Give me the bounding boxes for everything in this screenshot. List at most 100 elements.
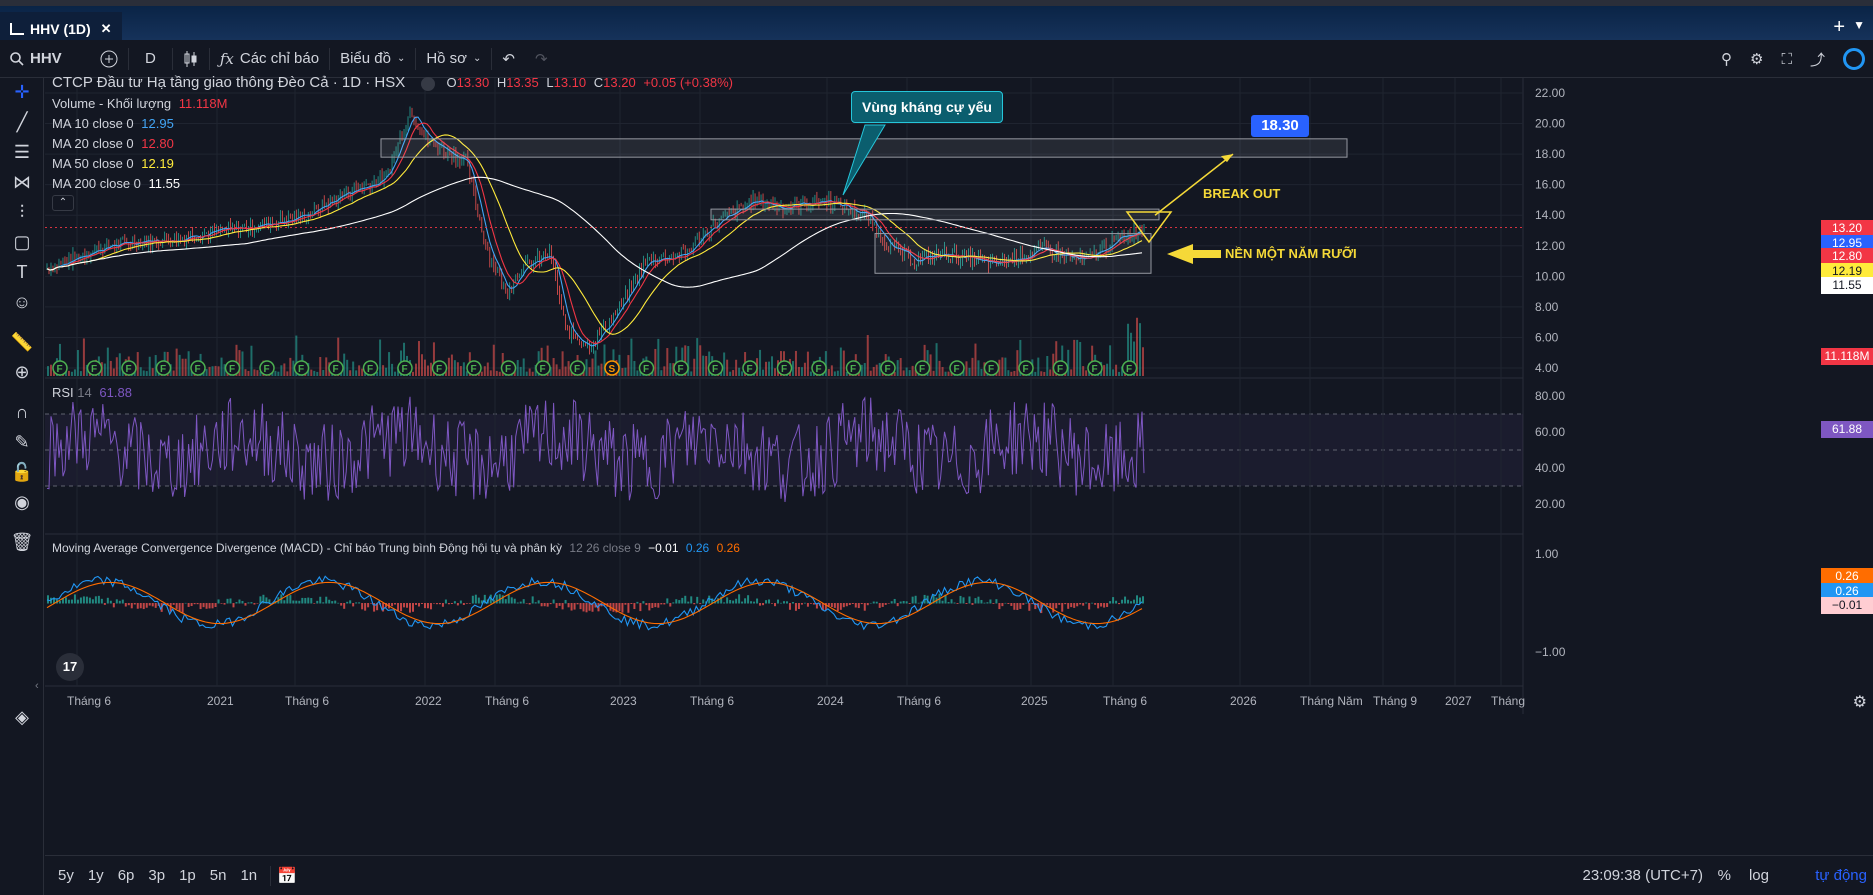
target-label[interactable]: 18.30: [1251, 115, 1309, 137]
range-5n[interactable]: 5n: [203, 867, 234, 884]
candle-style-button[interactable]: [173, 40, 209, 77]
indicators-label: Các chỉ báo: [239, 50, 320, 67]
event-marker-label: F: [816, 364, 822, 375]
axis-settings-icon[interactable]: ⚙: [1853, 692, 1867, 712]
time-tick-label: 2024: [817, 694, 844, 708]
macd-legend: Moving Average Convergence Divergence (M…: [52, 541, 740, 555]
macd-histogram-bar: [549, 603, 552, 605]
tv-logo[interactable]: 17: [56, 653, 84, 681]
eye-icon[interactable]: ◉: [8, 488, 36, 516]
trash-icon[interactable]: 🗑: [8, 528, 36, 556]
legend-toggle-icon[interactable]: [420, 76, 435, 91]
macd-histogram-bar: [316, 600, 319, 604]
magnet-icon[interactable]: ∩: [8, 398, 36, 426]
macd-histogram-bar: [899, 601, 902, 604]
volume-bar: [244, 369, 247, 376]
pattern-icon[interactable]: ⋈: [8, 168, 36, 196]
interval-button[interactable]: D: [129, 40, 172, 77]
macd-histogram-bar: [235, 602, 238, 604]
resistance-callout[interactable]: Vùng kháng cự yếu: [851, 91, 1003, 123]
range-3p[interactable]: 3p: [141, 867, 172, 884]
macd-histogram-bar: [136, 603, 139, 609]
emoji-icon[interactable]: ☺: [8, 288, 36, 316]
volume-bar: [1085, 370, 1088, 376]
macd-histogram-bar: [301, 597, 304, 604]
macd-histogram-bar: [1064, 603, 1067, 605]
range-1n[interactable]: 1n: [233, 867, 264, 884]
range-5y[interactable]: 5y: [51, 867, 81, 884]
macd-histogram-bar: [109, 600, 112, 604]
macd-histogram-bar: [803, 602, 806, 604]
compare-button[interactable]: [90, 40, 128, 77]
volume-bar: [106, 347, 109, 376]
clock-label[interactable]: 23:09:38 (UTC+7): [1583, 867, 1703, 884]
trendline-icon[interactable]: ╱: [8, 108, 36, 136]
chart-type-dropdown[interactable]: Biểu đồ ⌄: [330, 40, 415, 77]
volume-bar: [636, 370, 639, 376]
share-icon[interactable]: ⤴: [1810, 49, 1825, 70]
macd-histogram-bar: [112, 603, 115, 608]
volume-bar: [205, 369, 208, 376]
settings-gear-icon[interactable]: ⚙: [1750, 50, 1763, 68]
collapse-legend-button[interactable]: ⌃: [52, 195, 74, 211]
symbol-search[interactable]: HHV: [0, 40, 90, 77]
lock-drawing-icon[interactable]: ✎: [8, 428, 36, 456]
crosshair-icon[interactable]: ✛: [8, 78, 36, 106]
volume-bar: [657, 338, 660, 376]
event-marker-label: S: [609, 364, 616, 375]
volume-bar: [1076, 339, 1079, 376]
macd-histogram-bar: [1058, 603, 1061, 605]
percent-toggle[interactable]: %: [1718, 867, 1731, 884]
volume-bar: [79, 371, 82, 376]
chevron-down-icon[interactable]: ▼: [1853, 18, 1865, 32]
fib-icon[interactable]: ☰: [8, 138, 36, 166]
candlestick-icon: [184, 50, 197, 67]
ma200-label: MA 200 close 0: [52, 176, 141, 191]
volume-bar: [250, 345, 253, 376]
redo-button[interactable]: ↷: [525, 40, 558, 77]
macd-histogram-bar: [797, 603, 800, 610]
undo-button[interactable]: ↶: [492, 40, 525, 77]
close-value: 13.20: [603, 75, 636, 90]
range-6p[interactable]: 6p: [111, 867, 142, 884]
volume-bar: [382, 365, 385, 376]
shape-icon[interactable]: ▢: [8, 228, 36, 256]
range-1p[interactable]: 1p: [172, 867, 203, 884]
chart-area[interactable]: F F F F F F F F F F F F F F F F S F F F F F F F F F F F F F F F 22.00 20…: [35, 74, 1873, 848]
macd-histogram-bar: [1133, 599, 1136, 604]
text-icon[interactable]: T: [8, 258, 36, 286]
prediction-icon[interactable]: ⫶: [8, 198, 36, 226]
event-marker-label: F: [574, 364, 580, 375]
zoom-icon[interactable]: ⊕: [8, 358, 36, 386]
ruler-icon[interactable]: 📏: [8, 328, 36, 356]
macd-histogram-bar: [307, 597, 310, 604]
price-tick-label: 8.00: [1535, 300, 1559, 314]
indicators-button[interactable]: ƒx Các chỉ báo: [210, 40, 329, 77]
range-1y[interactable]: 1y: [81, 867, 111, 884]
chart-canvas[interactable]: F F F F F F F F F F F F F F F F S F F F F F F F F F F F F F F F 22.00 20…: [45, 78, 1873, 848]
camera-icon[interactable]: [1843, 48, 1865, 70]
macd-histogram-bar: [519, 601, 522, 604]
collapse-left-icon[interactable]: ‹: [35, 680, 39, 692]
add-tab-icon[interactable]: +: [1833, 16, 1845, 39]
volume-bar: [358, 365, 361, 376]
fullscreen-icon[interactable]: ⛶: [1781, 51, 1792, 68]
chart-icon: [10, 23, 24, 35]
volume-bar: [516, 360, 519, 376]
macd-histogram-bar: [908, 603, 911, 604]
quick-search-icon[interactable]: ⚲: [1721, 50, 1732, 68]
event-marker-label: F: [436, 364, 442, 375]
layers-icon[interactable]: ◈: [8, 703, 36, 731]
volume-bar: [322, 370, 325, 376]
profile-dropdown[interactable]: Hồ sơ ⌄: [416, 40, 491, 77]
close-icon[interactable]: ✕: [101, 21, 112, 37]
log-toggle[interactable]: log: [1749, 867, 1769, 884]
volume-bar: [531, 371, 534, 376]
macd-histogram-bar: [630, 603, 633, 604]
macd-histogram-bar: [184, 602, 187, 604]
auto-toggle[interactable]: tự động: [1815, 867, 1867, 884]
lock-icon[interactable]: 🔓: [8, 458, 36, 486]
calendar-icon[interactable]: 📅: [277, 866, 297, 886]
macd-histogram-bar: [1052, 603, 1055, 613]
volume-bar: [774, 368, 777, 376]
